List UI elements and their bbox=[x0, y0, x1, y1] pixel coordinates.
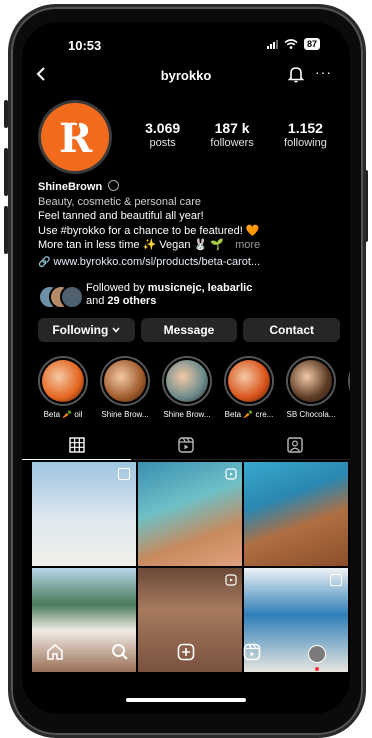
bio-category: Beauty, cosmetic & personal care bbox=[38, 195, 202, 208]
highlight-cover bbox=[38, 356, 88, 406]
highlight-label: Beta 🥕 oil bbox=[43, 410, 83, 419]
website-url: www.byrokko.com/sl/products/beta-carot..… bbox=[53, 255, 261, 268]
highlight-label: SB Chocola... bbox=[286, 410, 336, 419]
stat-posts[interactable]: 3.069 posts bbox=[145, 120, 180, 149]
stat-following[interactable]: 1.152 following bbox=[284, 120, 327, 149]
story-highlight[interactable]: Beta 🥕 oil bbox=[38, 356, 88, 419]
message-button[interactable]: Message bbox=[140, 318, 238, 342]
bottom-navigation bbox=[22, 636, 350, 672]
more-options-icon[interactable]: ··· bbox=[315, 64, 332, 80]
search-icon[interactable] bbox=[111, 643, 129, 666]
highlight-label: Shine Brow... bbox=[163, 410, 211, 419]
follower-avatars bbox=[38, 283, 84, 309]
stat-followers[interactable]: 187 k followers bbox=[210, 120, 253, 149]
reel-badge-icon bbox=[225, 467, 237, 485]
following-count: 1.152 bbox=[287, 120, 323, 136]
bio-line: Use #byrokko for a chance to be featured… bbox=[38, 224, 260, 237]
bio-line: Feel tanned and beautiful all year! bbox=[38, 210, 204, 222]
post-thumbnail[interactable] bbox=[32, 462, 136, 566]
profile-stats: 3.069 posts 187 k followers 1.152 follow… bbox=[130, 120, 342, 149]
bio-website[interactable]: 🔗 www.byrokko.com/sl/products/beta-carot… bbox=[38, 255, 340, 271]
display-name: ShineBrown bbox=[38, 181, 103, 193]
contact-button[interactable]: Contact bbox=[243, 318, 341, 342]
highlight-cover bbox=[286, 356, 336, 406]
story-highlight[interactable]: SB Chocola... bbox=[286, 356, 336, 419]
highlight-label: Shine Brow... bbox=[101, 410, 149, 419]
followed-by-text: Followed by musicnejc, leabarlic and 29 … bbox=[86, 282, 253, 307]
highlight-cover bbox=[224, 356, 274, 406]
followers-label: followers bbox=[210, 137, 254, 149]
profile-nav-avatar[interactable] bbox=[308, 645, 327, 671]
profile-bio: ShineBrown Beauty, cosmetic & personal c… bbox=[38, 180, 340, 270]
palm-tree-icon bbox=[68, 117, 88, 133]
highlight-label: Beta 🥕 cre... bbox=[224, 410, 274, 419]
status-time: 10:53 bbox=[68, 38, 102, 53]
wifi-icon bbox=[284, 39, 298, 49]
multi-photo-icon bbox=[330, 574, 342, 586]
notification-bell-icon[interactable] bbox=[287, 65, 305, 88]
tab-reels[interactable] bbox=[131, 430, 241, 460]
highlight-label: B bbox=[348, 410, 350, 419]
highlight-cover bbox=[162, 356, 212, 406]
followers-count: 187 k bbox=[214, 120, 250, 136]
story-highlight[interactable]: B bbox=[348, 356, 350, 419]
instagram-profile-screen: 10:53 87 byrokko ··· R 3.069 posts 187 k… bbox=[22, 22, 350, 714]
profile-actions: Following Message Contact bbox=[38, 318, 341, 342]
bio-more-link[interactable]: more bbox=[235, 239, 260, 251]
story-highlight[interactable]: Shine Brow... bbox=[162, 356, 212, 419]
story-highlight[interactable]: Shine Brow... bbox=[100, 356, 150, 419]
reels-nav-icon[interactable] bbox=[243, 643, 261, 666]
posts-label: posts bbox=[149, 137, 176, 149]
signal-icon bbox=[266, 39, 278, 49]
story-highlight[interactable]: Beta 🥕 cre... bbox=[224, 356, 274, 419]
highlight-cover bbox=[348, 356, 350, 406]
tab-tagged[interactable] bbox=[240, 430, 350, 460]
grid-icon bbox=[68, 436, 85, 453]
profile-header: byrokko ··· bbox=[22, 64, 350, 88]
reel-badge-icon bbox=[225, 573, 237, 591]
link-icon: 🔗 bbox=[38, 256, 51, 268]
followed-by[interactable]: Followed by musicnejc, leabarlic and 29 … bbox=[38, 280, 340, 310]
tagged-person-icon bbox=[287, 436, 304, 453]
home-indicator[interactable] bbox=[126, 698, 246, 702]
following-label: following bbox=[284, 137, 327, 149]
profile-tabs bbox=[22, 430, 350, 460]
notification-dot bbox=[315, 667, 320, 671]
multi-photo-icon bbox=[118, 468, 130, 480]
post-thumbnail[interactable] bbox=[244, 462, 348, 566]
status-bar: 10:53 87 bbox=[22, 34, 350, 54]
battery-icon: 87 bbox=[303, 38, 320, 50]
reels-icon bbox=[178, 436, 194, 453]
threads-icon[interactable] bbox=[108, 180, 120, 191]
posts-count: 3.069 bbox=[145, 120, 181, 136]
tab-posts-grid[interactable] bbox=[22, 430, 132, 460]
story-highlights: Beta 🥕 oil Shine Brow... Shine Brow... Beta… bbox=[38, 356, 350, 419]
bio-line: More tan in less time ✨ Vegan 🐰 🌱 bbox=[38, 239, 224, 251]
chevron-down-icon bbox=[112, 327, 120, 333]
home-icon[interactable] bbox=[46, 643, 64, 666]
highlight-cover bbox=[100, 356, 150, 406]
create-post-icon[interactable] bbox=[177, 643, 195, 666]
profile-avatar[interactable]: R bbox=[38, 100, 112, 174]
following-button[interactable]: Following bbox=[38, 318, 135, 342]
post-thumbnail[interactable] bbox=[138, 462, 242, 566]
